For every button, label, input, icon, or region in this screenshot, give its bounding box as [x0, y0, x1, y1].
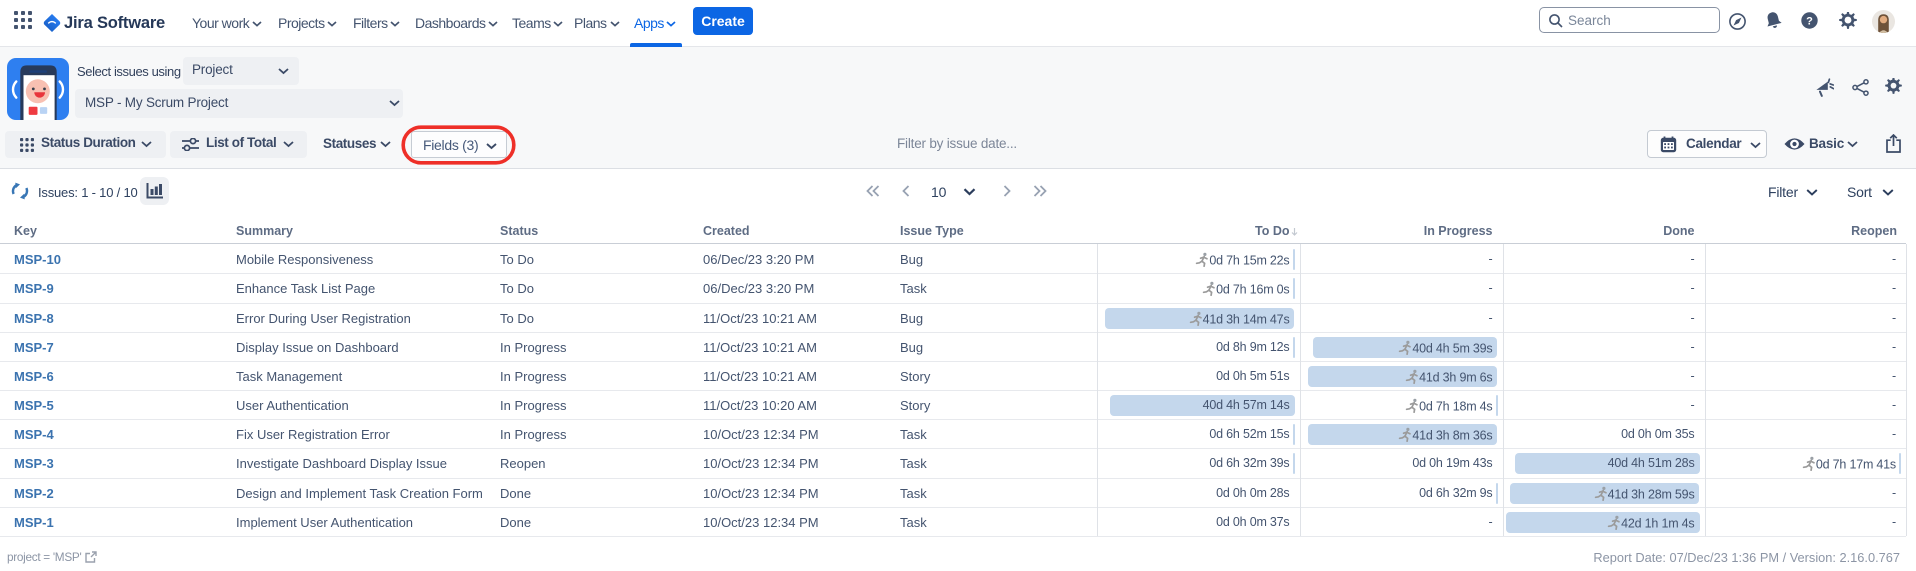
svg-text:?: ?: [1806, 16, 1813, 28]
